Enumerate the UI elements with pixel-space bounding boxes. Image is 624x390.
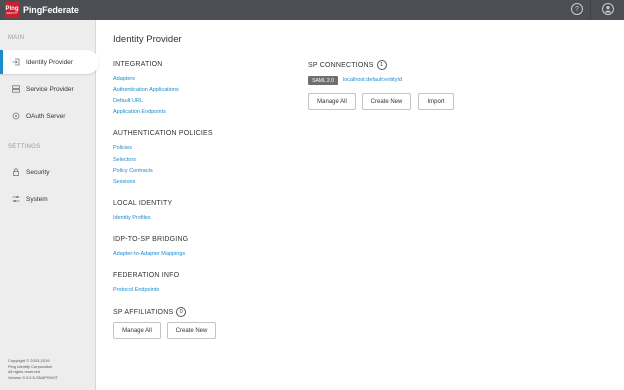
sp-connections-label: SP CONNECTIONS <box>308 61 374 69</box>
sidebar: MAIN Identity Provider Service Provider … <box>0 20 99 390</box>
topbar-divider <box>590 0 591 20</box>
section-local-identity-heading: LOCAL IDENTITY <box>113 200 173 207</box>
sidebar-item-service-provider[interactable]: Service Provider <box>0 77 96 101</box>
link-policy-contracts[interactable]: Policy Contracts <box>113 168 153 174</box>
link-protocol-endpoints[interactable]: Protocol Endpoints <box>113 287 159 293</box>
section-authentication-policies-heading: AUTHENTICATION POLICIES <box>113 130 213 137</box>
saml-protocol-badge: SAML 2.0 <box>308 76 338 85</box>
sidebar-item-identity-provider[interactable]: Identity Provider <box>0 50 99 74</box>
sp-connections-count-badge: 1 <box>376 60 387 70</box>
logo-badge-sub: IDENTITY <box>6 11 18 15</box>
link-selectors[interactable]: Selectors <box>113 157 136 163</box>
sidebar-item-label: Service Provider <box>26 85 74 93</box>
version-text: Version 9.3.0.5-SNAPSHOT <box>8 374 59 380</box>
page-title: Identity Provider <box>113 34 182 45</box>
link-default-url[interactable]: Default URL <box>113 98 143 104</box>
sidebar-footer: Copyright © 2003-2019 Ping Identity Corp… <box>8 358 58 380</box>
logo-badge: Ping IDENTITY <box>5 2 19 18</box>
sidebar-item-security[interactable]: Security <box>0 160 96 184</box>
sliders-icon <box>12 195 20 203</box>
arrow-login-icon <box>12 58 20 66</box>
sp-affiliations-label: SP AFFILIATIONS <box>113 308 174 316</box>
link-identity-profiles[interactable]: Identity Profiles <box>113 215 151 221</box>
sidebar-item-label: OAuth Server <box>26 112 66 120</box>
sp-connections-create-new-button[interactable]: Create New <box>362 93 411 110</box>
oauth-icon <box>12 112 20 120</box>
sp-affiliations-manage-all-button[interactable]: Manage All <box>113 322 161 339</box>
link-application-endpoints[interactable]: Application Endpoints <box>113 109 166 115</box>
sp-connections-import-button[interactable]: Import <box>418 93 454 110</box>
sidebar-section-main: MAIN <box>8 35 25 41</box>
server-icon <box>12 85 20 93</box>
sp-affiliations-count-badge: 0 <box>176 307 187 317</box>
help-icon[interactable]: ? <box>571 3 583 15</box>
sidebar-item-label: Identity Provider <box>26 58 73 66</box>
link-adapter-to-adapter-mappings[interactable]: Adapter-to-Adapter Mappings <box>113 251 185 257</box>
section-federation-info-heading: FEDERATION INFO <box>113 272 180 279</box>
sidebar-item-oauth-server[interactable]: OAuth Server <box>0 104 96 128</box>
link-sessions[interactable]: Sessions <box>113 179 135 185</box>
sidebar-item-system[interactable]: System <box>0 187 96 211</box>
section-integration-heading: INTEGRATION <box>113 61 163 68</box>
ping-logo[interactable]: Ping IDENTITY PingFederate <box>5 2 79 18</box>
section-sp-connections-heading: SP CONNECTIONS 1 <box>308 60 387 70</box>
sidebar-item-label: System <box>26 195 48 203</box>
section-idp-to-sp-bridging-heading: IDP-TO-SP BRIDGING <box>113 236 189 243</box>
link-sp-connection-entity[interactable]: localhost:default:entityId <box>343 77 402 83</box>
link-adapters[interactable]: Adapters <box>113 76 135 82</box>
user-icon[interactable] <box>602 3 614 15</box>
logo-text: PingFederate <box>23 5 79 15</box>
sidebar-section-settings: SETTINGS <box>8 144 41 150</box>
sp-connections-manage-all-button[interactable]: Manage All <box>308 93 356 110</box>
top-bar: Ping IDENTITY PingFederate ? <box>0 0 624 20</box>
sidebar-item-label: Security <box>26 168 50 176</box>
section-sp-affiliations-heading: SP AFFILIATIONS 0 <box>113 307 187 317</box>
link-authentication-applications[interactable]: Authentication Applications <box>113 87 179 93</box>
sp-affiliations-create-new-button[interactable]: Create New <box>167 322 216 339</box>
lock-icon <box>12 168 20 176</box>
link-policies[interactable]: Policies <box>113 145 132 151</box>
